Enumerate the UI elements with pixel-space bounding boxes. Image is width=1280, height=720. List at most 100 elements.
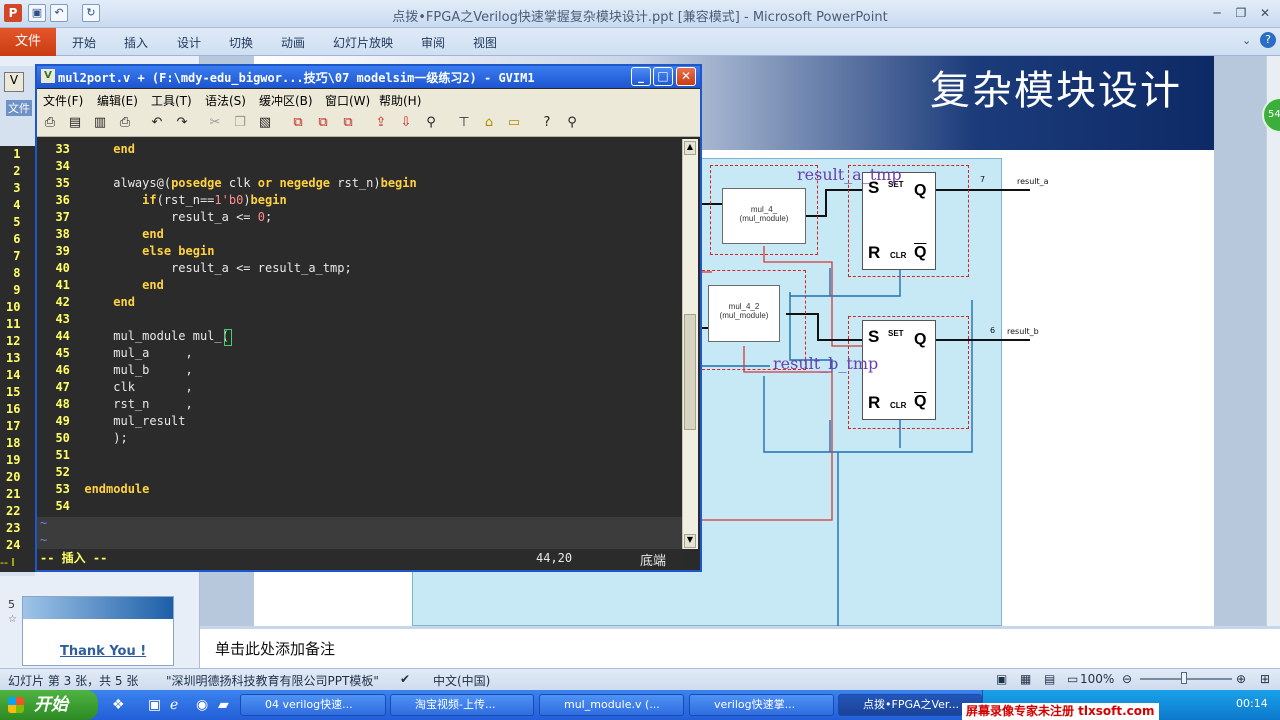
- zoom-out-icon[interactable]: ⊖: [1122, 672, 1132, 686]
- save-session-icon[interactable]: ⇩: [397, 114, 415, 132]
- build-tags-icon[interactable]: ⌂: [480, 114, 498, 132]
- paste-icon[interactable]: ▧: [256, 114, 274, 132]
- redo-icon[interactable]: ↷: [173, 114, 191, 132]
- spellcheck-icon[interactable]: ✔: [400, 672, 410, 686]
- line-text: else begin: [142, 244, 215, 258]
- task-item-active[interactable]: 点拨•FPGA之Ver...: [838, 694, 982, 716]
- line-number: 43: [41, 312, 85, 326]
- folder-icon[interactable]: ▰: [218, 697, 229, 713]
- line-text: end: [113, 295, 135, 309]
- language[interactable]: 中文(中国): [433, 672, 490, 689]
- tab-design[interactable]: 设计: [177, 34, 201, 51]
- notes-pane[interactable]: [200, 626, 1280, 668]
- bus-width-a: 7: [980, 175, 986, 184]
- minimize-button[interactable]: ─: [1206, 4, 1228, 22]
- undo-icon[interactable]: ↶: [148, 114, 166, 132]
- tab-animations[interactable]: 动画: [281, 34, 305, 51]
- task-item[interactable]: 04 verilog快速...: [240, 694, 386, 716]
- line-text: always@(posedge clk or negedge rst_n)beg…: [84, 176, 417, 190]
- make-icon[interactable]: ⊤: [455, 114, 473, 132]
- menu-file[interactable]: 文件(F): [43, 92, 83, 109]
- line-number: 50: [41, 431, 85, 445]
- help-icon[interactable]: ?: [538, 114, 556, 132]
- vim-app-icon: V: [4, 72, 24, 92]
- find-prev-icon[interactable]: ⧉: [339, 114, 357, 132]
- zoom-in-icon[interactable]: ⊕: [1236, 672, 1246, 686]
- gvim-close-button[interactable]: ✕: [676, 67, 696, 86]
- gvim-minimize-button[interactable]: _: [631, 67, 651, 86]
- line-number: 45: [41, 346, 85, 360]
- tab-file[interactable]: 文件: [0, 28, 56, 56]
- task-item[interactable]: verilog快速掌...: [689, 694, 834, 716]
- open-file-icon[interactable]: ⎙: [41, 114, 59, 132]
- save-file-icon[interactable]: ▤: [66, 114, 84, 132]
- code-line: 40 result_a <= result_a_tmp;: [41, 260, 417, 277]
- slideshow-icon[interactable]: ▭: [1067, 672, 1078, 686]
- thumbnail-text: Thank You !: [60, 644, 147, 659]
- scroll-down-icon[interactable]: ▼: [684, 534, 696, 548]
- run-script-icon[interactable]: ⚲: [422, 114, 440, 132]
- ff-b-qbar: Q: [914, 393, 927, 410]
- jump-tag-icon[interactable]: ▭: [505, 114, 523, 132]
- background-line-number: 8: [6, 266, 21, 280]
- windows-logo-icon: [8, 697, 24, 713]
- chevron-down-icon[interactable]: ⌄: [1242, 34, 1251, 47]
- background-line-number: 15: [6, 385, 21, 399]
- code-line: 46 mul_b ,: [41, 362, 417, 379]
- cut-icon[interactable]: ✂: [206, 114, 224, 132]
- quicklaunch-icon[interactable]: ❖: [112, 697, 125, 713]
- menu-window[interactable]: 窗口(W): [325, 92, 370, 109]
- mul-module-b-name: mul_4_2: [728, 302, 760, 311]
- buffer-end-area: [37, 517, 682, 549]
- background-line-number: 13: [6, 351, 21, 365]
- slide-sorter-icon[interactable]: ▦: [1020, 672, 1031, 686]
- background-line-number: 6: [6, 232, 21, 246]
- tab-slideshow[interactable]: 幻灯片放映: [333, 34, 393, 51]
- background-line-number: 20: [6, 470, 21, 484]
- print-icon[interactable]: ⎙: [116, 114, 134, 132]
- menu-tools[interactable]: 工具(T): [151, 92, 192, 109]
- desktop-icon[interactable]: ▣: [148, 697, 161, 713]
- gvim-title: mul2port.v + (F:\mdy-edu_bigwor...技巧\07 …: [58, 71, 535, 85]
- reading-view-icon[interactable]: ▤: [1044, 672, 1055, 686]
- browser-icon[interactable]: ℯ: [170, 697, 178, 713]
- load-session-icon[interactable]: ⇪: [372, 114, 390, 132]
- help-icon[interactable]: ?: [1260, 32, 1276, 48]
- tab-review[interactable]: 审阅: [421, 34, 445, 51]
- copy-icon[interactable]: ❐: [231, 114, 249, 132]
- menu-help[interactable]: 帮助(H): [379, 92, 421, 109]
- background-line-numbers: 1 2 3 4 5 6 7 8 9 10 11 12 13 14 15 16 17 18 19 20 2…: [6, 146, 20, 554]
- find-help-icon[interactable]: ⚲: [563, 114, 581, 132]
- close-button[interactable]: ✕: [1254, 4, 1276, 22]
- line-number: 40: [41, 261, 85, 275]
- line-number: 54: [41, 499, 85, 513]
- media-icon[interactable]: ◉: [196, 697, 208, 713]
- zoom-level[interactable]: 100%: [1080, 672, 1114, 686]
- save-all-icon[interactable]: ▥: [91, 114, 109, 132]
- tab-view[interactable]: 视图: [473, 34, 497, 51]
- task-item[interactable]: 淘宝视频-上传...: [390, 694, 534, 716]
- scroll-up-icon[interactable]: ▲: [684, 141, 696, 155]
- code-line: 53 endmodule: [41, 481, 417, 498]
- background-line-number: 12: [6, 334, 21, 348]
- tab-home[interactable]: 开始: [72, 34, 96, 51]
- fit-window-icon[interactable]: ⊞: [1260, 672, 1270, 686]
- menu-syntax[interactable]: 语法(S): [205, 92, 246, 109]
- background-line-number: 16: [6, 402, 21, 416]
- tab-transitions[interactable]: 切换: [229, 34, 253, 51]
- task-item[interactable]: mul_module.v (...: [539, 694, 684, 716]
- zoom-slider-thumb[interactable]: [1181, 672, 1187, 684]
- find-next-icon[interactable]: ⧉: [314, 114, 332, 132]
- tab-insert[interactable]: 插入: [124, 34, 148, 51]
- menu-buffers[interactable]: 缓冲区(B): [259, 92, 313, 109]
- menu-edit[interactable]: 编辑(E): [97, 92, 138, 109]
- find-replace-icon[interactable]: ⧉: [289, 114, 307, 132]
- scroll-position: 底端: [640, 554, 667, 569]
- normal-view-icon[interactable]: ▣: [996, 672, 1007, 686]
- line-number: 41: [41, 278, 85, 292]
- restore-button[interactable]: ❐: [1230, 4, 1252, 22]
- slide-scrollbar[interactable]: [1266, 56, 1280, 626]
- gvim-maximize-button[interactable]: □: [653, 67, 673, 86]
- gvim-scroll-thumb[interactable]: [684, 314, 696, 430]
- code-line: 38 end: [41, 226, 417, 243]
